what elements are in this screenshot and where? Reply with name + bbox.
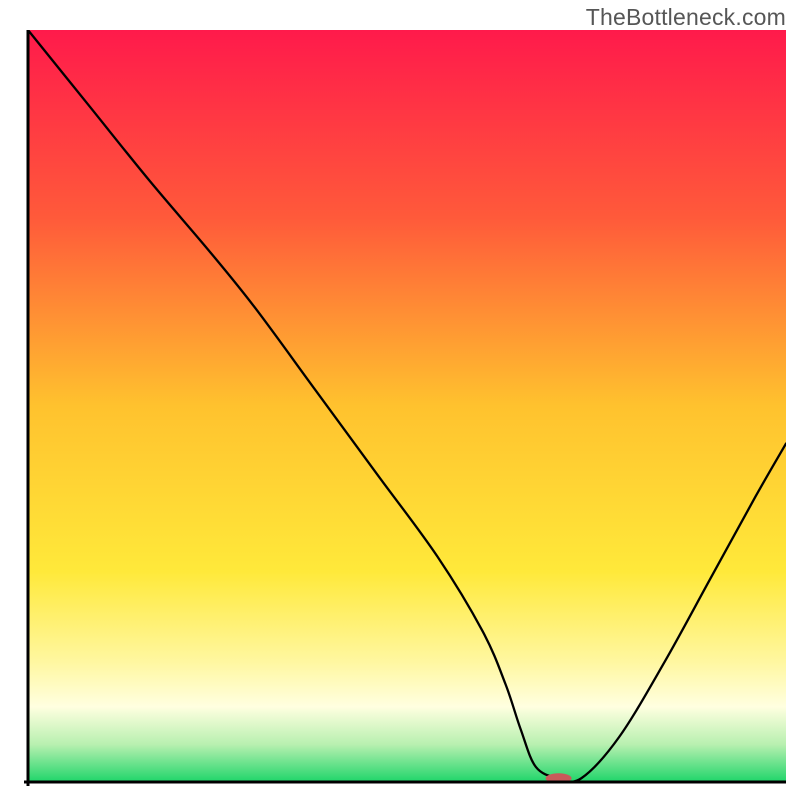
chart-container: { "watermark": "TheBottleneck.com", "cha… bbox=[0, 0, 800, 800]
watermark-text: TheBottleneck.com bbox=[586, 4, 786, 31]
bottleneck-chart bbox=[0, 0, 800, 800]
